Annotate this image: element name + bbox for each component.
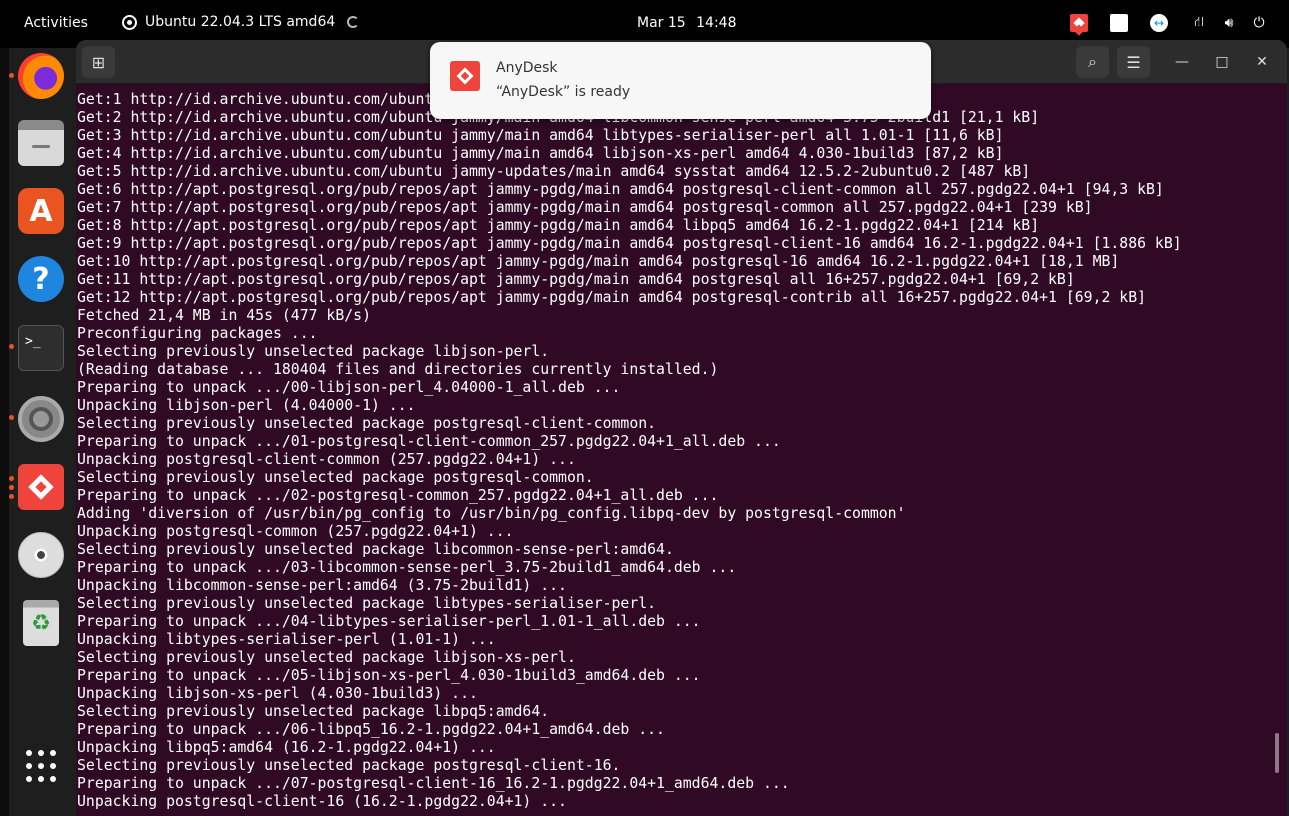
terminal-line: Preconfiguring packages ... [77,325,318,342]
terminal-line: Adding 'diversion of /usr/bin/pg_config … [77,505,906,522]
close-button[interactable]: ✕ [1250,50,1274,74]
terminal-line: (Reading database ... 180404 files and d… [77,361,719,378]
hamburger-menu-icon: ☰ [1126,52,1141,72]
maximize-icon: □ [1215,54,1229,70]
terminal-line: Get:6 http://apt.postgresql.org/pub/repo… [77,181,1164,198]
anydesk-icon [450,61,480,91]
terminal-line: Selecting previously unselected package … [77,541,674,558]
terminal-line: Get:7 http://apt.postgresql.org/pub/repo… [77,199,1093,216]
remmina-tray-icon[interactable] [1110,14,1128,32]
network-icon[interactable]: ⛙ [1190,14,1208,32]
help-glyph: ? [32,261,50,297]
terminal-glyph: >_ [25,334,41,349]
notification-banner[interactable]: AnyDesk “AnyDesk” is ready [430,42,931,119]
clock[interactable]: Mar 15 14:48 [637,15,737,31]
terminal-line: Unpacking libtypes-serialiser-perl (1.01… [77,631,496,648]
terminal-line: Selecting previously unselected package … [77,703,550,720]
terminal-line: Unpacking libpq5:amd64 (16.2-1.pgdg22.04… [77,739,496,756]
notification-title: AnyDesk [496,60,558,76]
minimize-icon: — [1175,54,1189,70]
terminal-line: Preparing to unpack .../03-libcommon-sen… [77,559,737,576]
terminal-line: Selecting previously unselected package … [77,343,550,360]
terminal-line: Get:8 http://apt.postgresql.org/pub/repo… [77,217,1040,234]
terminal-line: Selecting previously unselected package … [77,469,594,486]
anydesk-tray-icon[interactable] [1070,14,1088,32]
terminal-line: Get:5 http://id.archive.ubuntu.com/ubunt… [77,163,1031,180]
clock-time: 14:48 [696,15,737,31]
dock-edge [0,48,9,816]
terminal-output[interactable]: Get:1 http://id.archive.ubuntu.com/ubunt… [76,84,1287,816]
disc-drive-icon[interactable] [18,532,64,578]
power-icon[interactable]: ⏻ [1250,14,1268,32]
search-icon: ⌕ [1088,52,1097,71]
loading-spinner-icon [347,16,360,28]
terminal-line: Fetched 21,4 MB in 45s (477 kB/s) [77,307,371,324]
terminal-line: Get:4 http://id.archive.ubuntu.com/ubunt… [77,145,1004,162]
firefox-icon[interactable] [18,53,64,99]
vm-name-label: Ubuntu 22.04.3 LTS amd64 [145,14,336,30]
terminal-line: Preparing to unpack .../00-libjson-perl_… [77,379,621,396]
running-indicator [9,344,14,349]
teamviewer-tray-icon[interactable]: ↔ [1150,14,1168,32]
scrollbar[interactable] [1275,733,1279,773]
recycle-glyph: ♻ [31,610,51,636]
terminal-window: ⊞ ⌕ ☰ — □ ✕ Get:1 http://id.archive.ubun… [76,40,1287,816]
minimize-button[interactable]: — [1170,50,1194,74]
anydesk-icon[interactable] [18,464,64,510]
terminal-line: Selecting previously unselected package … [77,649,576,666]
search-button[interactable]: ⌕ [1076,46,1109,78]
running-indicator [9,485,14,490]
activities-button[interactable]: Activities [24,15,88,31]
terminal-line: Preparing to unpack .../04-libtypes-seri… [77,613,701,630]
terminal-icon[interactable]: >_ [18,325,64,371]
settings-gear-icon[interactable] [18,396,64,442]
menu-button[interactable]: ☰ [1117,46,1150,78]
app-center-glyph: A [29,193,53,229]
terminal-line: Get:9 http://apt.postgresql.org/pub/repo… [77,235,1182,252]
terminal-line: Get:12 http://apt.postgresql.org/pub/rep… [77,289,1147,306]
new-tab-icon: ⊞ [91,52,106,72]
terminal-line: Selecting previously unselected package … [77,595,657,612]
vm-indicator[interactable]: Ubuntu 22.04.3 LTS amd64 [122,14,360,30]
system-tray: ↔ ⛙ 🔊︎ ⏻ [1070,14,1280,32]
radio-record-icon [122,14,137,30]
help-icon[interactable]: ? [18,256,64,302]
terminal-line: Preparing to unpack .../01-postgresql-cl… [77,433,781,450]
notification-message: “AnyDesk” is ready [496,84,631,100]
terminal-line: Get:11 http://apt.postgresql.org/pub/rep… [77,271,1075,288]
trash-icon[interactable]: ♻ [23,600,59,646]
terminal-line: Unpacking libcommon-sense-perl:amd64 (3.… [77,577,567,594]
show-applications-icon[interactable] [25,750,57,782]
terminal-line: Unpacking postgresql-common (257.pgdg22.… [77,523,514,540]
terminal-line: Preparing to unpack .../07-postgresql-cl… [77,775,790,792]
terminal-line: Unpacking libjson-perl (4.04000-1) ... [77,397,416,414]
terminal-line: Preparing to unpack .../06-libpq5_16.2-1… [77,721,665,738]
running-indicator [9,415,14,420]
terminal-line: Unpacking postgresql-client-common (257.… [77,451,576,468]
terminal-line: Get:3 http://id.archive.ubuntu.com/ubunt… [77,127,1004,144]
terminal-line: Selecting previously unselected package … [77,415,657,432]
terminal-line: Unpacking libjson-xs-perl (4.030-1build3… [77,685,478,702]
app-center-icon[interactable]: A [18,188,64,234]
close-icon: ✕ [1256,54,1268,70]
terminal-line: Unpacking postgresql-client-16 (16.2-1.p… [77,793,567,810]
terminal-line: Preparing to unpack .../02-postgresql-co… [77,487,719,504]
clock-date: Mar 15 [637,15,686,31]
running-indicator [9,73,14,78]
files-icon[interactable] [18,120,64,166]
maximize-button[interactable]: □ [1210,50,1234,74]
terminal-line: Preparing to unpack .../05-libjson-xs-pe… [77,667,701,684]
terminal-line: Selecting previously unselected package … [77,757,621,774]
running-indicator [9,476,14,481]
running-indicator [9,494,14,499]
volume-icon[interactable]: 🔊︎ [1220,14,1238,32]
terminal-line: Get:10 http://apt.postgresql.org/pub/rep… [77,253,1120,270]
new-tab-button[interactable]: ⊞ [82,46,115,78]
